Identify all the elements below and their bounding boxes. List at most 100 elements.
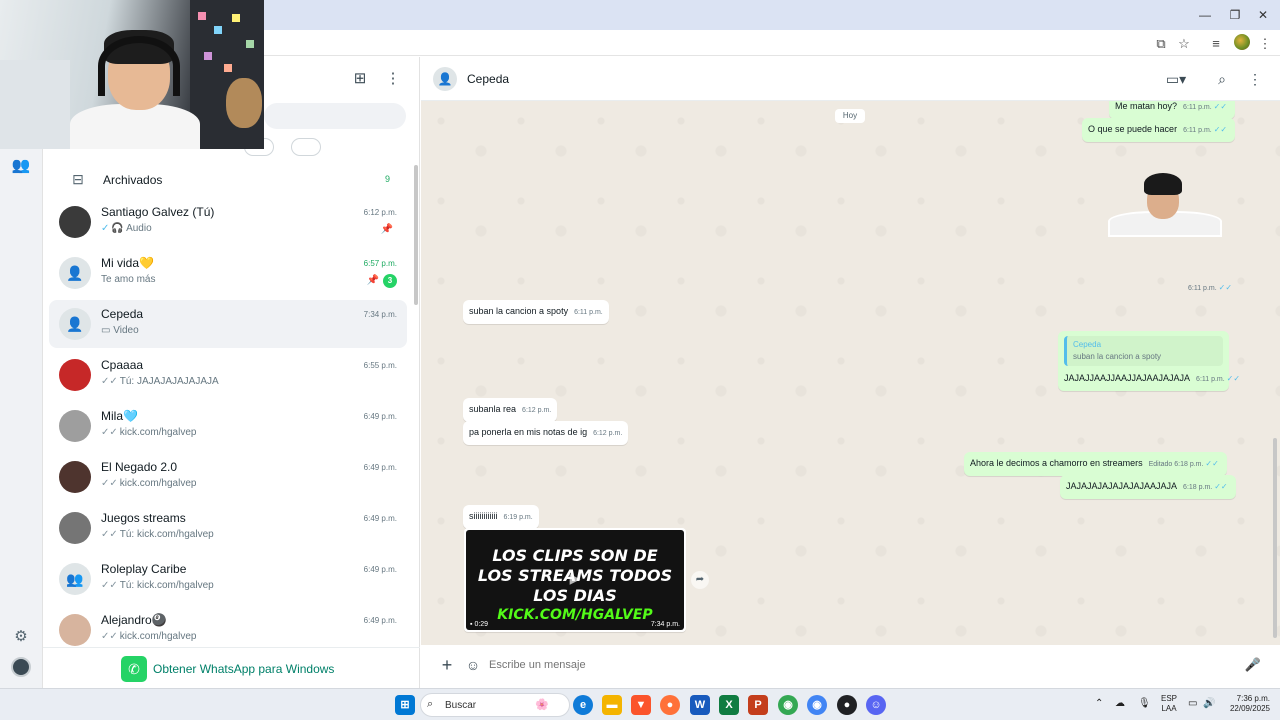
video-thumbnail[interactable]: LOS CLIPS SON DE LOS STREAMS TODOS LOS D…: [466, 530, 684, 630]
chat-item-cpaaaa[interactable]: Cpaaaa ✓✓ Tú: JAJAJAJAJAJAJA 6:55 p.m.: [49, 351, 407, 399]
default-avatar-icon[interactable]: 👤: [433, 67, 457, 91]
brave-browser-icon[interactable]: ▼: [631, 695, 651, 715]
quote-text: suban la cancion a spoty: [1073, 352, 1162, 361]
chat-list-scrollbar[interactable]: [414, 165, 418, 305]
read-ticks-icon: ✓✓: [1213, 102, 1228, 111]
restore-icon[interactable]: ❐: [1220, 4, 1250, 26]
chat-preview: ✓✓ kick.com/hgalvep: [101, 478, 196, 489]
onedrive-icon[interactable]: ☁: [1115, 698, 1125, 709]
video-call-icon[interactable]: ▭▾: [1165, 68, 1187, 90]
message-input[interactable]: [489, 654, 1229, 676]
message-text: suban la cancion a spoty: [469, 306, 569, 316]
microphone-tray-icon[interactable]: 🎙: [1138, 698, 1151, 709]
tray-chevron-icon[interactable]: ⌃: [1095, 698, 1103, 709]
close-icon[interactable]: ✕: [1248, 4, 1278, 26]
chat-item-roleplay-caribe[interactable]: 👥 Roleplay Caribe ✓✓ Tú: kick.com/hgalvep…: [49, 555, 407, 603]
search-icon[interactable]: ⌕: [1211, 68, 1233, 90]
messages-scrollbar[interactable]: [1273, 438, 1277, 638]
message-outgoing[interactable]: O que se puede hacer 6:11 p.m. ✓✓: [1082, 118, 1236, 142]
chat-item-mila[interactable]: Mila🩵 ✓✓ kick.com/hgalvep 6:49 p.m.: [49, 402, 407, 450]
read-ticks-icon: ✓✓: [1218, 283, 1233, 292]
delivered-tick-icon: ✓✓: [101, 580, 118, 591]
bookmark-star-icon[interactable]: ☆: [1175, 35, 1193, 53]
message-outgoing[interactable]: JAJAJAJAJAJAJAJAAJAJA 6:18 p.m. ✓✓: [1060, 475, 1236, 499]
filter-chip[interactable]: [291, 138, 321, 156]
menu-dots-icon[interactable]: ⋮: [382, 68, 404, 90]
word-icon[interactable]: W: [690, 695, 710, 715]
chat-time: 6:55 p.m.: [363, 361, 397, 370]
quoted-message[interactable]: Cepeda suban la cancion a spoty: [1064, 336, 1223, 366]
chat-preview: Te amo más: [101, 274, 156, 285]
chat-item-mi-vida[interactable]: 👤 Mi vida💛 Te amo más 6:57 p.m. 📌 3: [49, 249, 407, 297]
get-whatsapp-link[interactable]: Obtener WhatsApp para Windows: [153, 662, 334, 676]
excel-icon[interactable]: X: [719, 695, 739, 715]
firefox-icon[interactable]: ●: [660, 695, 680, 715]
chat-preview: ✓ 🎧 Audio: [101, 223, 152, 234]
browser-menu-icon[interactable]: ⋮: [1256, 35, 1274, 53]
input-language[interactable]: ESP LAA: [1160, 694, 1178, 714]
microphone-icon[interactable]: 🎤: [1243, 655, 1263, 675]
powerpoint-icon[interactable]: P: [748, 695, 768, 715]
chat-item-cepeda[interactable]: 👤 Cepeda ▭ Video 7:34 p.m.: [49, 300, 407, 348]
chat-item-el-negado[interactable]: El Negado 2.0 ✓✓ kick.com/hgalvep 6:49 p.…: [49, 453, 407, 501]
attach-plus-icon[interactable]: +: [437, 655, 457, 675]
webcam-overlay: [0, 0, 264, 149]
chat-preview-text: Tú: kick.com/hgalvep: [119, 580, 214, 591]
volume-icon[interactable]: 🔊: [1203, 698, 1215, 709]
obs-recording-icon[interactable]: ●: [837, 695, 857, 715]
system-clock[interactable]: 7:36 p.m. 22/09/2025: [1222, 694, 1270, 714]
message-outgoing[interactable]: Me matan hoy? 6:11 p.m. ✓✓: [1109, 101, 1236, 119]
sticky-note: [232, 14, 240, 22]
network-icon[interactable]: ▭: [1188, 698, 1197, 709]
chrome-icon[interactable]: ◉: [778, 695, 798, 715]
chrome-profile-icon[interactable]: ◉: [807, 695, 827, 715]
get-whatsapp-banner[interactable]: ✆ Obtener WhatsApp para Windows: [43, 647, 420, 688]
video-duration-text: 0:29: [474, 621, 489, 628]
reading-list-icon[interactable]: ≡: [1207, 35, 1225, 53]
message-incoming[interactable]: pa ponerla en mis notas de ig 6:12 p.m.: [463, 421, 629, 445]
edge-browser-icon[interactable]: e: [573, 695, 593, 715]
chat-preview-text: kick.com/hgalvep: [119, 427, 197, 438]
webcam-shelf: [0, 60, 70, 149]
play-icon[interactable]: ▶: [566, 570, 584, 588]
message-incoming[interactable]: subanla rea 6:12 p.m.: [463, 398, 558, 422]
message-outgoing-reply[interactable]: Cepeda suban la cancion a spoty JAJAJJAA…: [1058, 331, 1240, 391]
message-incoming[interactable]: siiiiiiiiiiii 6:19 p.m.: [463, 505, 539, 529]
video-duration: ▪ 0:29: [470, 621, 489, 628]
search-highlight-icon: 🌸: [535, 699, 549, 711]
my-profile-avatar[interactable]: [11, 657, 31, 677]
discord-icon[interactable]: ☺: [866, 695, 886, 715]
message-outgoing[interactable]: Ahora le decimos a chamorro en streamers…: [964, 452, 1227, 476]
sticker-image[interactable]: [1108, 173, 1222, 237]
taskbar-search[interactable]: ⌕ Buscar 🌸: [420, 693, 570, 717]
new-chat-icon[interactable]: ⊞: [349, 68, 371, 90]
chat-item-santiago-galvez[interactable]: Santiago Galvez (Tú) ✓ 🎧 Audio 6:12 p.m. …: [49, 198, 407, 246]
video-message[interactable]: LOS CLIPS SON DE LOS STREAMS TODOS LOS D…: [464, 528, 686, 632]
pin-icon: 📌: [380, 224, 393, 235]
delivered-tick-icon: ✓✓: [101, 529, 118, 540]
windows-start-icon[interactable]: ⊞: [395, 695, 415, 715]
profile-avatar[interactable]: [1234, 34, 1250, 50]
archived-row[interactable]: ⊟ Archivados 9: [43, 164, 420, 196]
search-input[interactable]: [264, 103, 406, 129]
message-text: Ahora le decimos a chamorro en streamers: [970, 458, 1143, 468]
forward-icon[interactable]: ➦: [691, 571, 709, 589]
contact-name[interactable]: Cepeda: [467, 72, 509, 86]
install-app-icon[interactable]: ⧉: [1152, 35, 1170, 53]
minimize-icon[interactable]: —: [1190, 4, 1220, 26]
chat-item-alejandro[interactable]: Alejandro🎱 ✓✓ kick.com/hgalvep 6:49 p.m.: [49, 606, 407, 648]
chat-name: Mila🩵: [101, 409, 138, 423]
chat-name: Mi vida💛: [101, 256, 154, 270]
read-ticks-icon: ✓✓: [1205, 459, 1219, 468]
communities-icon[interactable]: 👥: [10, 155, 32, 177]
conversation-header[interactable]: 👤 Cepeda ▭▾ ⌕ ⋮: [421, 57, 1280, 101]
file-explorer-icon[interactable]: ▬: [602, 695, 622, 715]
settings-gear-icon[interactable]: ⚙: [10, 626, 32, 648]
avatar: [59, 614, 91, 646]
message-incoming[interactable]: suban la cancion a spoty 6:11 p.m.: [463, 300, 609, 324]
chat-item-juegos-streams[interactable]: Juegos streams ✓✓ Tú: kick.com/hgalvep 6:…: [49, 504, 407, 552]
group-avatar-icon: 👥: [59, 563, 91, 595]
menu-dots-icon[interactable]: ⋮: [1244, 68, 1266, 90]
message-time: 6:12 p.m.: [593, 430, 623, 437]
sticker-emoji-icon[interactable]: ☺: [463, 655, 483, 675]
